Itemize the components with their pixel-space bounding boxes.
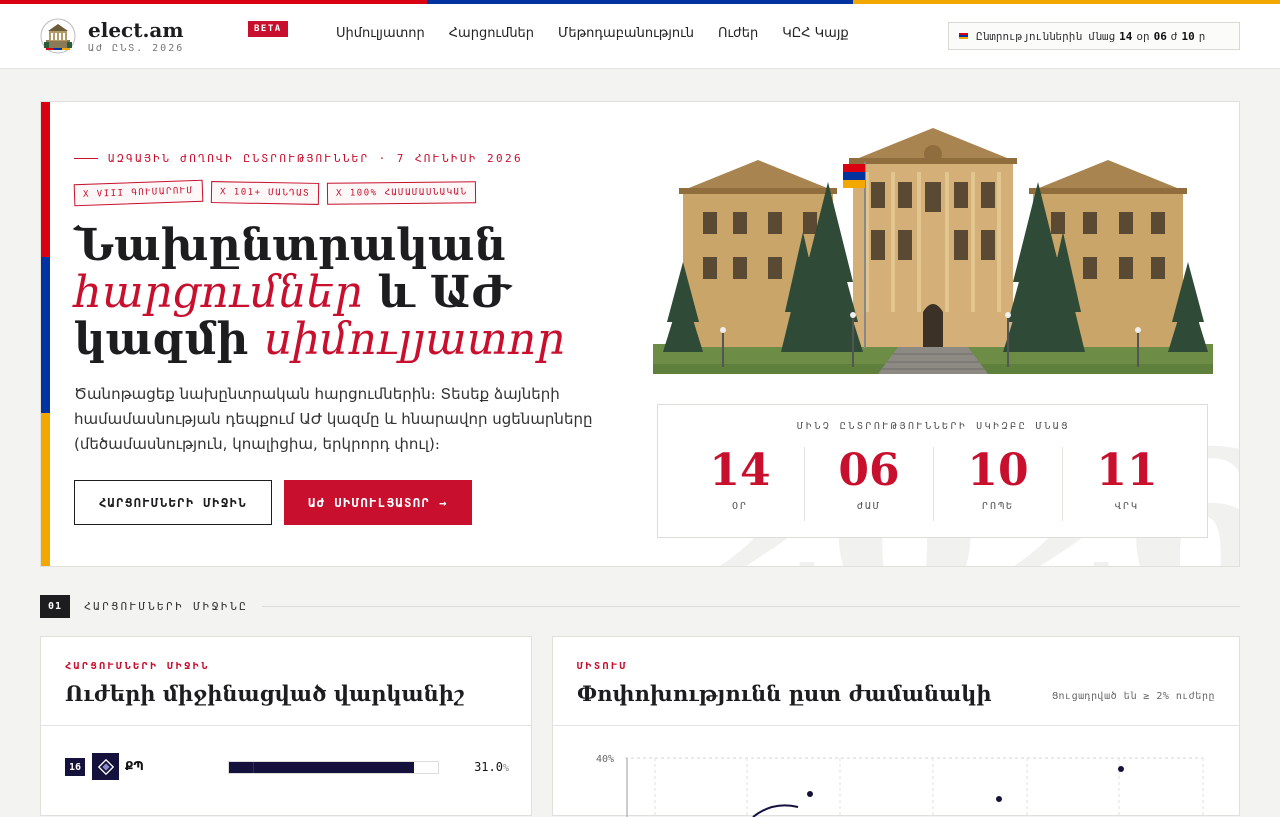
election-countdown-timer: ՄԻՆՉ ԸՆՏՐՈՒԹՅՈՒՆՆԵՐԻ ՍԿԻԶԲԸ ՄՆԱՑ 14 ՕՐ 0… [657, 404, 1208, 538]
trend-panel: ՄԻՏՈՒՄ Փոփոխությունն ըստ ժամանակի Ցուցադ… [552, 636, 1240, 817]
brand-subtitle: ԱԺ ԸՆՏ. 2026 [88, 42, 185, 54]
nav-polls[interactable]: Հարցումներ [449, 26, 534, 41]
header-countdown: Ընտրություններին մնաց 14 օր 06 ժ 10 ր [948, 22, 1240, 50]
timer-cells: 14 ՕՐ 06 ԺԱՄ 10 ՐՈՊԵ 11 ՎՐԿ [676, 447, 1191, 521]
trend-ytick-label: 40% [596, 754, 614, 765]
polls-divider [41, 725, 531, 726]
title-line-3: կազմի [74, 314, 264, 365]
trend-title: Փոփոխությունն ըստ ժամանակի [577, 681, 992, 706]
simulator-button[interactable]: ԱԺ ՍԻՄՈՒԼՅԱՏՈՐ → [284, 480, 472, 525]
section-label: ՀԱՐՑՈՒՄՆԵՐԻ ՄԻՋԻՆԸ [84, 600, 249, 613]
party-bar-fill [229, 762, 414, 773]
stamp-convocation: Х VIII ԳՈՒՄԱՐՈՒՄ [73, 179, 204, 207]
party-percent-value: 31.0 [474, 760, 503, 774]
timer-hours-label: ԺԱՄ [856, 501, 882, 512]
title-line-2-accent: հարցումներ [74, 267, 363, 318]
nav-cec-site[interactable]: ԿԸՀ Կայք [782, 26, 848, 41]
trend-point [996, 796, 1002, 802]
title-line-1: Նախընտրական [74, 220, 507, 271]
section-polls-average-heading: 01 ՀԱՐՑՈՒՄՆԵՐԻ ՄԻՋԻՆԸ [40, 595, 1240, 618]
countdown-hours: 06 [1153, 29, 1167, 43]
brand-name: elect.am [88, 17, 184, 42]
timer-minutes-value: 10 [967, 445, 1029, 496]
trend-kicker: ՄԻՏՈՒՄ [577, 661, 629, 672]
party-percent-unit: % [502, 763, 509, 774]
beta-badge: BETA [248, 20, 288, 37]
section-number: 01 [40, 595, 71, 618]
stamp-mandates: Х 101+ ՄԱՆԴԱՏ [210, 181, 319, 205]
nav-methodology[interactable]: Մեթոդաբանություն [558, 26, 694, 41]
countdown-days: 14 [1119, 29, 1133, 43]
countdown-hours-unit: ժ [1170, 29, 1178, 43]
timer-seconds-label: ՎՐԿ [1114, 501, 1140, 512]
title-line-2-rest: և ԱԺ [362, 267, 511, 318]
timer-seconds: 11 ՎՐԿ [1063, 447, 1191, 521]
hero-stamps: Х VIII ԳՈՒՄԱՐՈՒՄ Х 101+ ՄԱՆԴԱՏ Х 100% ՀԱ… [73, 179, 477, 207]
party-logo-icon [92, 753, 119, 780]
timer-days-label: ՕՐ [731, 501, 749, 512]
hero-title: Նախընտրական հարցումներ և ԱԺ կազմի սիմուլ… [74, 222, 565, 363]
stamp-proportional: Х 100% ՀԱՄԱՄԱՍՆԱԿԱՆ [326, 181, 477, 205]
trend-chart: 40% [596, 754, 1204, 817]
polls-average-panel: ՀԱՐՑՈՒՄՆԵՐԻ ՄԻՋԻՆ Ուժերի միջինացված վարկ… [40, 636, 532, 816]
hero-eyebrow: ԱԶԳԱՅԻՆ ԺՈՂՈՎԻ ԸՆՏՐՈՒԹՅՈՒՆՆԵՐ · 7 ՀՈՒՆԻՍ… [74, 152, 523, 165]
polls-kicker: ՀԱՐՑՈՒՄՆԵՐԻ ՄԻՋԻՆ [65, 661, 210, 672]
party-percent: 31.0% [474, 760, 509, 774]
timer-title: ՄԻՆՉ ԸՆՏՐՈՒԹՅՈՒՆՆԵՐԻ ՍԿԻԶԲԸ ՄՆԱՑ [797, 421, 1070, 432]
party-rank-badge: 16 [65, 758, 85, 776]
parliament-logo-icon [40, 18, 76, 54]
eyebrow-text: ԱԶԳԱՅԻՆ ԺՈՂՈՎԻ ԸՆՏՐՈՒԹՅՈՒՆՆԵՐ · 7 ՀՈՒՆԻՍ… [108, 152, 524, 165]
timer-hours: 06 ԺԱՄ [805, 447, 934, 521]
timer-minutes: 10 ՐՈՊԵ [934, 447, 1063, 521]
timer-minutes-label: ՐՈՊԵ [981, 501, 1015, 512]
parliament-building-illustration [653, 128, 1213, 374]
hero-card: 2026 ԱԶԳԱՅԻՆ ԺՈՂՈՎԻ ԸՆՏՐՈՒԹՅՈՒՆՆԵՐ · 7 Հ… [40, 101, 1240, 567]
countdown-minutes: 10 [1181, 29, 1195, 43]
countdown-prefix: Ընտրություններին մնաց [976, 29, 1116, 43]
trend-note: Ցուցադրված են ≥ 2% ուժերը [1051, 691, 1215, 702]
nav-parties[interactable]: Ուժեր [718, 26, 758, 41]
armenian-flag-icon [959, 32, 968, 40]
hero-lede: Ծանոթացեք նախընտրական հարցումներին։ Տեսե… [74, 385, 593, 453]
main-nav: Սիմուլյատոր Հարցումներ Մեթոդաբանություն … [336, 26, 849, 41]
trend-series-line [752, 804, 799, 817]
logo-link[interactable]: elect.am ԱԺ ԸՆՏ. 2026 BETA [40, 17, 288, 54]
countdown-days-unit: օր [1136, 29, 1150, 43]
trend-divider [553, 725, 1239, 726]
timer-days-value: 14 [709, 445, 771, 496]
trend-point [807, 791, 813, 797]
polls-title: Ուժերի միջինացված վարկանիշ [65, 681, 465, 706]
nav-simulator[interactable]: Սիմուլյատոր [336, 26, 425, 41]
party-name: ՔՊ [125, 759, 144, 773]
timer-seconds-value: 11 [1096, 445, 1158, 496]
timer-hours-value: 06 [838, 445, 900, 496]
timer-days: 14 ՕՐ [676, 447, 805, 521]
site-header: elect.am ԱԺ ԸՆՏ. 2026 BETA Սիմուլյատոր Հ… [0, 4, 1280, 69]
polls-average-button[interactable]: ՀԱՐՑՈՒՄՆԵՐԻ ՄԻՋԻՆ [74, 480, 272, 525]
section-divider [262, 606, 1240, 607]
title-line-3-accent: սիմուլյատոր [263, 314, 565, 365]
countdown-minutes-unit: ր [1198, 29, 1206, 43]
party-bar-track [228, 761, 439, 774]
hero-tricolor-stripe [41, 102, 50, 566]
trend-point [1118, 766, 1124, 772]
party-row[interactable]: 16 ՔՊ 31.0% [65, 753, 509, 781]
